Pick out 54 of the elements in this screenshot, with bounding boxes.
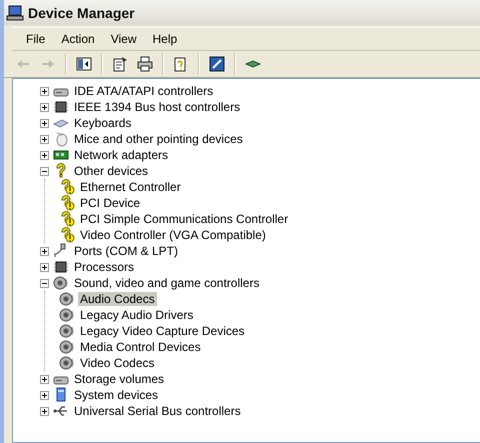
expand-toggle[interactable]: [40, 262, 49, 272]
speaker-icon: [59, 355, 75, 371]
warning-icon: [59, 227, 75, 243]
expand-toggle[interactable]: [40, 134, 49, 144]
speaker-icon: [53, 275, 69, 291]
expand-toggle[interactable]: [40, 374, 49, 384]
tree-item[interactable]: Audio Codecs: [78, 292, 157, 306]
menu-item[interactable]: View: [102, 30, 144, 48]
collapse-toggle[interactable]: [40, 166, 49, 176]
tree-item[interactable]: System devices: [72, 388, 160, 402]
tree-item[interactable]: PCI Simple Communications Controller: [78, 212, 290, 226]
tree-item[interactable]: Network adapters: [72, 148, 170, 162]
tree-item[interactable]: Legacy Audio Drivers: [78, 308, 196, 322]
tree-item[interactable]: Ethernet Controller: [78, 180, 183, 194]
menu-item[interactable]: File: [18, 30, 54, 48]
panel-icon: [76, 56, 92, 72]
tree-item[interactable]: IEEE 1394 Bus host controllers: [72, 100, 242, 114]
document-icon: [112, 56, 128, 72]
tree-item[interactable]: Ports (COM & LPT): [72, 244, 180, 258]
speaker-icon: [59, 291, 75, 307]
speaker-icon: [59, 339, 75, 355]
tree-item[interactable]: Storage volumes: [72, 372, 166, 386]
window-title: Device Manager: [28, 4, 135, 20]
speaker-icon: [59, 307, 75, 323]
chip-icon: [53, 259, 69, 275]
tree-item[interactable]: Keyboards: [72, 116, 134, 130]
tree-item[interactable]: Processors: [72, 260, 136, 274]
computer-icon: [6, 4, 24, 20]
expand-toggle[interactable]: [40, 246, 49, 256]
collapse-toggle[interactable]: [40, 278, 49, 288]
warning-icon: [59, 211, 75, 227]
expand-toggle[interactable]: [40, 118, 49, 128]
expand-toggle[interactable]: [40, 102, 49, 112]
tree-item[interactable]: Legacy Video Capture Devices: [78, 324, 247, 338]
tree-item[interactable]: Mice and other pointing devices: [72, 132, 245, 146]
menu-item[interactable]: Action: [53, 30, 103, 48]
expand-toggle[interactable]: [40, 406, 49, 416]
expand-toggle[interactable]: [40, 390, 49, 400]
tree-item[interactable]: Universal Serial Bus controllers: [72, 404, 243, 418]
tree-item[interactable]: Video Codecs: [78, 356, 156, 370]
warning-icon: [59, 195, 75, 211]
tree-item[interactable]: Other devices: [72, 164, 150, 178]
tree-item[interactable]: Video Controller (VGA Compatible): [78, 228, 268, 242]
tree-item[interactable]: Sound, video and game controllers: [72, 276, 262, 290]
tree-item[interactable]: IDE ATA/ATAPI controllers: [72, 84, 216, 98]
printer-icon: [137, 56, 153, 72]
chip-icon: [53, 99, 69, 115]
speaker-icon: [59, 323, 75, 339]
tree-item[interactable]: Media Control Devices: [78, 340, 203, 354]
tree-item[interactable]: PCI Device: [78, 196, 142, 210]
expand-toggle[interactable]: [40, 86, 49, 96]
warning-icon: [59, 179, 75, 195]
expand-toggle[interactable]: [40, 150, 49, 160]
menu-item[interactable]: Help: [144, 30, 186, 48]
